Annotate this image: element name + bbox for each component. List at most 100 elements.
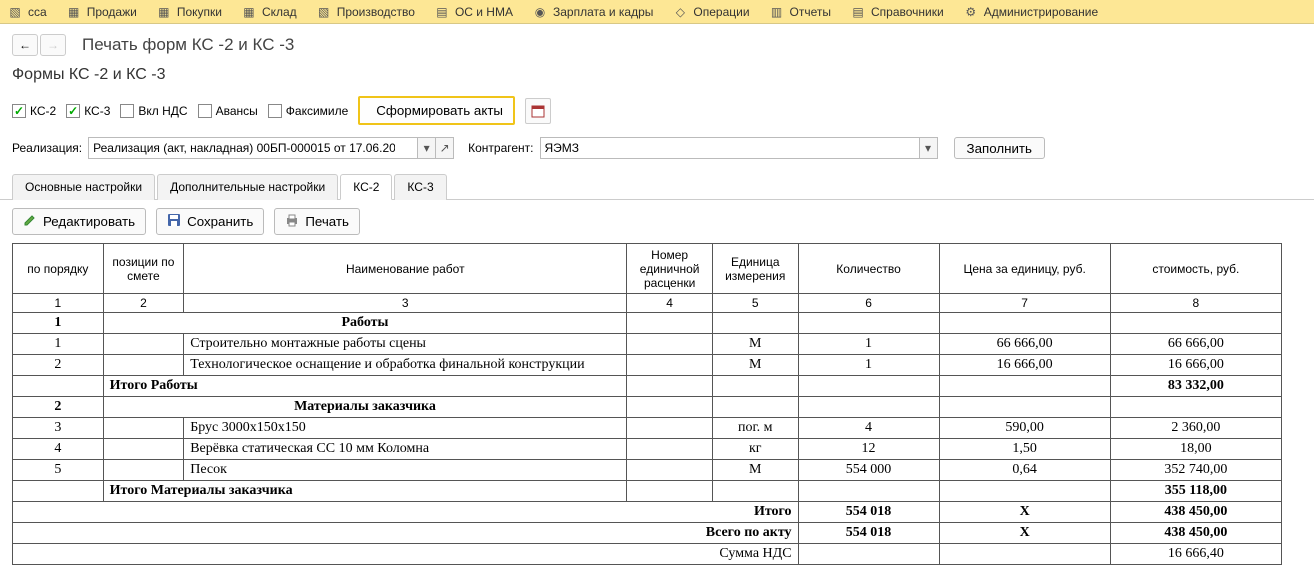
cell: X <box>939 523 1110 544</box>
nav-item-2[interactable]: ▦Покупки <box>157 5 222 19</box>
generate-acts-label: Сформировать акты <box>376 103 503 118</box>
nav-icon: ▦ <box>242 5 256 19</box>
col-header: Номер единичной расценки <box>627 244 713 294</box>
checkbox-faks-label: Факсимиле <box>286 104 349 118</box>
realization-label: Реализация: <box>12 141 82 155</box>
cell <box>627 397 713 418</box>
col-num: 7 <box>939 294 1110 313</box>
tab-3[interactable]: КС-3 <box>394 174 446 200</box>
cell <box>939 376 1110 397</box>
nav-item-6[interactable]: ◉Зарплата и кадры <box>533 5 653 19</box>
generate-acts-button[interactable]: Сформировать акты <box>358 96 515 125</box>
cell <box>627 439 713 460</box>
cell: 4 <box>798 418 939 439</box>
realization-open-button[interactable]: ↗ <box>436 137 454 159</box>
tabs: Основные настройкиДополнительные настрой… <box>0 167 1314 200</box>
summary-row: Итого554 018X438 450,00 <box>13 502 1282 523</box>
print-icon <box>285 213 299 230</box>
print-label: Печать <box>305 214 349 229</box>
cell <box>939 313 1110 334</box>
col-num: 4 <box>627 294 713 313</box>
summary-label: Итого <box>13 502 799 523</box>
cell <box>798 481 939 502</box>
nav-label: Производство <box>337 5 415 19</box>
table-row: 4Верёвка статическая CC 10 мм Коломнакг1… <box>13 439 1282 460</box>
checkbox-vkl-nds[interactable]: Вкл НДС <box>120 104 187 118</box>
fill-button[interactable]: Заполнить <box>954 137 1045 159</box>
nav-item-1[interactable]: ▦Продажи <box>67 5 137 19</box>
nav-item-10[interactable]: ⚙Администрирование <box>964 5 1098 19</box>
sub-title: Формы КС -2 и КС -3 <box>0 62 1314 88</box>
checkbox-faks[interactable]: Факсимиле <box>268 104 349 118</box>
controls-row: КС-2 КС-3 Вкл НДС Авансы Факсимиле Сформ… <box>0 88 1314 129</box>
counterparty-input[interactable] <box>540 137 920 159</box>
nav-item-0[interactable]: ▧сса <box>8 5 47 19</box>
cell <box>627 460 713 481</box>
nav-label: Операции <box>693 5 749 19</box>
cell: 16 666,00 <box>1110 355 1281 376</box>
nav-forward-button[interactable]: → <box>40 34 66 56</box>
nav-icon: ⚙ <box>964 5 978 19</box>
realization-dropdown-button[interactable]: ▾ <box>418 137 436 159</box>
cell <box>103 439 184 460</box>
nav-item-5[interactable]: ▤ ОС и НМА <box>435 5 513 19</box>
table-row: 3Брус 3000х150х150пог. м4590,002 360,00 <box>13 418 1282 439</box>
nav-arrows: ← → <box>12 34 66 56</box>
realization-input[interactable] <box>88 137 418 159</box>
cell <box>712 397 798 418</box>
cell <box>103 460 184 481</box>
cell: пог. м <box>712 418 798 439</box>
cell <box>13 376 104 397</box>
nav-icon: ▤ <box>435 5 449 19</box>
cell: Верёвка статическая CC 10 мм Коломна <box>184 439 627 460</box>
save-button[interactable]: Сохранить <box>156 208 264 235</box>
cell <box>939 397 1110 418</box>
cell: 18,00 <box>1110 439 1281 460</box>
cell <box>1110 397 1281 418</box>
nav-item-4[interactable]: ▧ Производство <box>317 5 415 19</box>
nav-icon: ▥ <box>770 5 784 19</box>
cell: 352 740,00 <box>1110 460 1281 481</box>
cell <box>627 418 713 439</box>
counterparty-input-group: ▾ <box>540 137 938 159</box>
cell <box>939 481 1110 502</box>
tab-1[interactable]: Дополнительные настройки <box>157 174 338 200</box>
cell <box>712 313 798 334</box>
calendar-button[interactable] <box>525 98 551 124</box>
nav-back-button[interactable]: ← <box>12 34 38 56</box>
counterparty-dropdown-button[interactable]: ▾ <box>920 137 938 159</box>
print-button[interactable]: Печать <box>274 208 360 235</box>
cell: 355 118,00 <box>1110 481 1281 502</box>
cell: М <box>712 460 798 481</box>
table-row: 1Строительно монтажные работы сценыМ166 … <box>13 334 1282 355</box>
cell: 1 <box>798 355 939 376</box>
checkbox-avansy[interactable]: Авансы <box>198 104 258 118</box>
nav-icon: ▤ <box>851 5 865 19</box>
cell: 554 018 <box>798 523 939 544</box>
checkbox-ks2[interactable]: КС-2 <box>12 104 56 118</box>
cell <box>712 376 798 397</box>
edit-icon <box>23 213 37 230</box>
nav-item-9[interactable]: ▤Справочники <box>851 5 944 19</box>
checkbox-ks2-label: КС-2 <box>30 104 56 118</box>
cell <box>627 481 713 502</box>
checkbox-ks3[interactable]: КС-3 <box>66 104 110 118</box>
nav-item-3[interactable]: ▦ Склад <box>242 5 297 19</box>
cell <box>103 334 184 355</box>
cell: Технологическое оснащение и обработка фи… <box>184 355 627 376</box>
summary-label: Сумма НДС <box>13 544 799 565</box>
edit-button[interactable]: Редактировать <box>12 208 146 235</box>
nav-label: сса <box>28 5 47 19</box>
tab-0[interactable]: Основные настройки <box>12 174 155 200</box>
cell: 83 332,00 <box>1110 376 1281 397</box>
realization-input-group: ▾ ↗ <box>88 137 454 159</box>
nav-label: ОС и НМА <box>455 5 513 19</box>
col-num: 5 <box>712 294 798 313</box>
nav-item-8[interactable]: ▥Отчеты <box>770 5 831 19</box>
col-header: Цена за единицу, руб. <box>939 244 1110 294</box>
tab-2[interactable]: КС-2 <box>340 174 392 200</box>
table-container[interactable]: по порядкупозиции по сметеНаименование р… <box>0 243 1314 573</box>
nav-item-7[interactable]: ◇Операции <box>673 5 749 19</box>
nav-label: Склад <box>262 5 297 19</box>
nav-icon: ▧ <box>317 5 331 19</box>
